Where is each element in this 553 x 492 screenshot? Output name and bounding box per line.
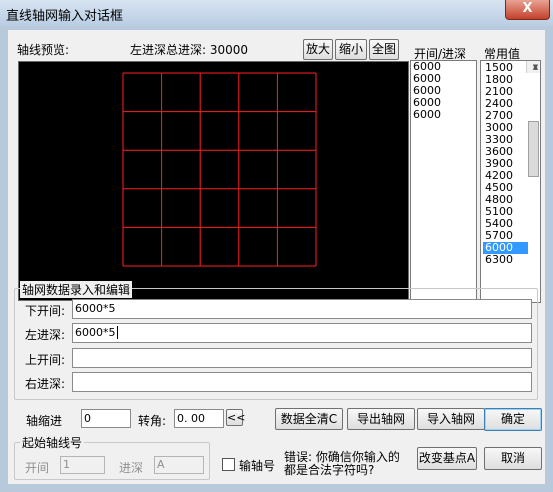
- grid-lines: [122, 72, 317, 267]
- scroll-down-arrow-icon[interactable]: ▼: [527, 61, 540, 73]
- start-depth-input[interactable]: A: [154, 456, 204, 474]
- confirm-button[interactable]: 确定: [484, 408, 542, 431]
- zoom-in-button[interactable]: 放大: [303, 39, 333, 60]
- bottom-bay-input[interactable]: 6000*5: [72, 299, 532, 319]
- left-depth-input[interactable]: 6000*5: [72, 323, 532, 343]
- zoom-out-button[interactable]: 缩小: [335, 39, 367, 60]
- start-axis-title: 起始轴线号: [20, 434, 85, 451]
- preview-label: 轴线预览:: [17, 43, 70, 57]
- start-bay-input[interactable]: 1: [60, 456, 105, 474]
- clear-all-button[interactable]: 数据全清C: [275, 408, 343, 430]
- output-axis-checkbox[interactable]: [222, 458, 235, 471]
- common-values-list[interactable]: 1500 1800 2100 2400 2700 3000 3300 3600 3900 4200…: [480, 60, 541, 303]
- common-value-item[interactable]: 6300: [483, 254, 528, 266]
- import-grid-button[interactable]: 导入轴网: [417, 408, 485, 430]
- common-values-items: 1500 1800 2100 2400 2700 3000 3300 3600 3900 4200…: [481, 62, 528, 266]
- axis-preview-canvas[interactable]: [18, 61, 409, 301]
- bottom-bay-label: 下开间:: [25, 304, 66, 318]
- bay-list-item[interactable]: 6000: [411, 109, 476, 121]
- right-depth-input[interactable]: [72, 372, 532, 392]
- angle-input[interactable]: 0. 00: [174, 409, 224, 428]
- top-bay-label: 上开间:: [25, 353, 66, 367]
- text-cursor: [116, 326, 118, 339]
- axis-grid: [122, 72, 317, 267]
- bay-depth-list[interactable]: 6000 6000 6000 6000 6000: [410, 60, 477, 303]
- angle-label: 转角:: [138, 414, 167, 428]
- angle-pick-button[interactable]: <<: [226, 409, 245, 426]
- dialog-body: 轴线预览: 左进深总进深: 30000 放大 缩小 全图 开间/进深 6000 6…: [8, 30, 545, 484]
- start-depth-label: 进深: [119, 461, 144, 475]
- window-title: 直线轴网输入对话框: [6, 9, 124, 24]
- start-bay-label: 开间: [25, 461, 50, 475]
- axis-shrink-input[interactable]: 0: [81, 409, 131, 428]
- close-button[interactable]: X: [505, 0, 550, 20]
- top-bay-input[interactable]: [72, 348, 532, 368]
- change-base-point-button[interactable]: 改变基点A: [417, 447, 477, 470]
- left-depth-label: 左进深:: [25, 328, 66, 342]
- edit-group-title: 轴网数据录入和编辑: [20, 281, 133, 298]
- cancel-button[interactable]: 取消: [484, 447, 542, 470]
- common-values-scrollbar[interactable]: ▲ ▼: [526, 61, 540, 177]
- depth-summary: 左进深总进深: 30000: [130, 43, 249, 57]
- error-message-line2: 都是合法字符吗?: [284, 463, 375, 477]
- left-depth-value: 6000*5: [75, 326, 116, 339]
- output-axis-label: 输轴号: [239, 459, 276, 473]
- export-grid-button[interactable]: 导出轴网: [347, 408, 415, 430]
- full-view-button[interactable]: 全图: [369, 39, 399, 60]
- scroll-thumb[interactable]: [528, 121, 539, 177]
- right-depth-label: 右进深:: [25, 377, 66, 391]
- title-bar[interactable]: 直线轴网输入对话框 X: [0, 0, 553, 26]
- dialog-window: 直线轴网输入对话框 X 轴线预览: 左进深总进深: 30000 放大 缩小 全图…: [0, 0, 553, 492]
- axis-shrink-label: 轴缩进: [26, 414, 63, 428]
